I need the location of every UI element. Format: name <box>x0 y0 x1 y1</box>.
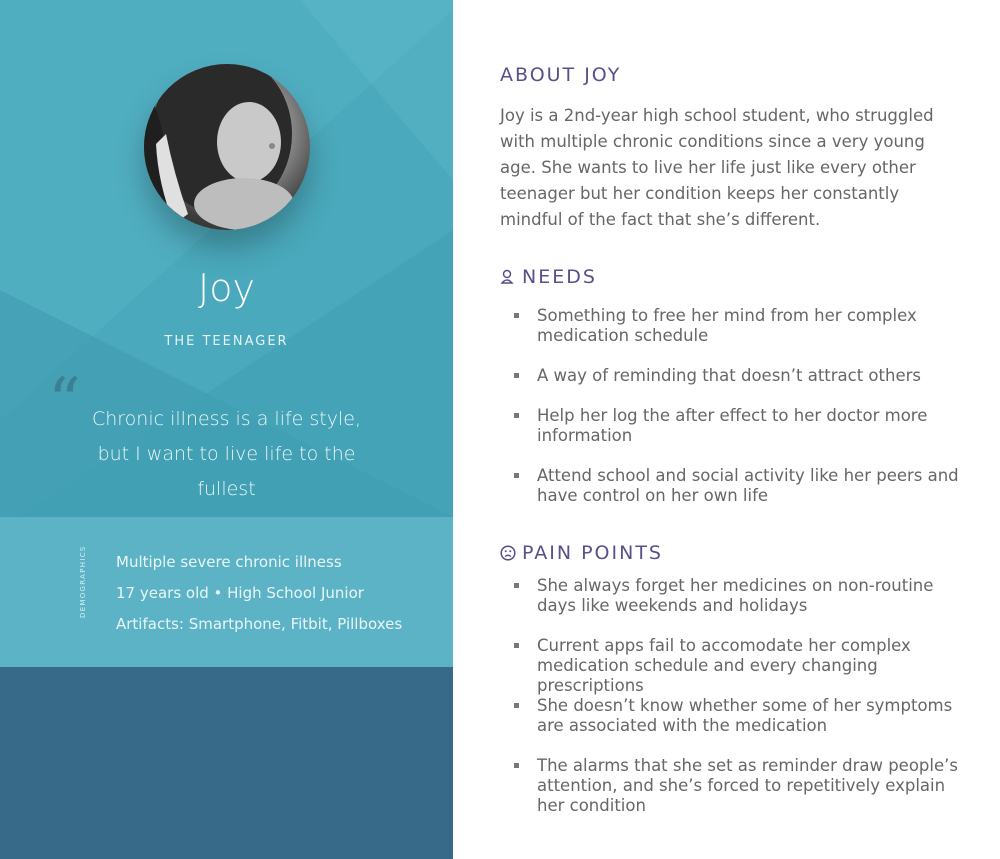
needs-item: Attend school and social activity like h… <box>537 466 959 505</box>
persona-quote: Chronic illness is a life style, but I w… <box>91 408 361 500</box>
needs-item: Help her log the after effect to her doc… <box>537 406 928 445</box>
bullet <box>514 703 519 708</box>
quote-mark: “ <box>48 365 81 439</box>
demographics-item: Artifacts: Smartphone, Fitbit, Pillboxes <box>116 615 403 633</box>
bullet <box>514 373 519 378</box>
bullet <box>514 473 519 478</box>
about-title-text: ABOUT JOY <box>500 64 622 86</box>
demographics-item: Multiple severe chronic illness <box>116 553 342 571</box>
list-item: Current apps fail to accomodate her comp… <box>514 636 967 696</box>
bullet <box>514 583 519 588</box>
needs-item: Something to free her mind from her comp… <box>537 306 917 345</box>
pain-points-title-text: PAIN POINTS <box>522 542 663 564</box>
list-item: Attend school and social activity like h… <box>514 466 967 506</box>
pain-point-item: The alarms that she set as reminder draw… <box>537 756 958 815</box>
pain-point-item: Current apps fail to accomodate her comp… <box>537 636 911 695</box>
bullet <box>514 313 519 318</box>
pain-point-item: She always forget her medicines on non-r… <box>537 576 934 615</box>
persona-avatar <box>144 64 310 230</box>
persona-role: THE TEENAGER <box>164 334 289 349</box>
bullet <box>514 643 519 648</box>
pain-point-item: She doesn’t know whether some of her sym… <box>537 696 953 735</box>
list-item: She always forget her medicines on non-r… <box>514 576 967 616</box>
needs-item: A way of reminding that doesn’t attract … <box>537 366 921 385</box>
about-text: Joy is a 2nd-year high school student, w… <box>500 106 934 229</box>
bullet <box>514 413 519 418</box>
list-item: She doesn’t know whether some of her sym… <box>514 696 967 736</box>
bullet <box>514 763 519 768</box>
persona-photo <box>144 64 294 230</box>
needs-title: NEEDS <box>500 266 597 288</box>
person-icon <box>500 269 514 284</box>
list-item: The alarms that she set as reminder draw… <box>514 756 967 816</box>
about-title: ABOUT JOY <box>500 64 621 86</box>
persona-panel: Joy THE TEENAGER “ Chronic illness is a … <box>0 0 453 859</box>
sad-face-icon <box>500 545 516 561</box>
footer-block <box>0 667 453 859</box>
list-item: Something to free her mind from her comp… <box>514 306 967 346</box>
demographics-item: 17 years old • High School Junior <box>116 584 364 602</box>
persona-details: ABOUT JOY Joy is a 2nd-year high school … <box>500 0 970 859</box>
persona-hero: Joy THE TEENAGER “ Chronic illness is a … <box>0 0 453 517</box>
list-item: Help her log the after effect to her doc… <box>514 406 967 446</box>
persona-name: Joy <box>198 266 255 310</box>
needs-title-text: NEEDS <box>522 266 597 288</box>
list-item: A way of reminding that doesn’t attract … <box>514 366 967 386</box>
pain-points-title: PAIN POINTS <box>500 542 663 564</box>
demographics-label: DEMOGRAPHICS <box>79 545 87 618</box>
